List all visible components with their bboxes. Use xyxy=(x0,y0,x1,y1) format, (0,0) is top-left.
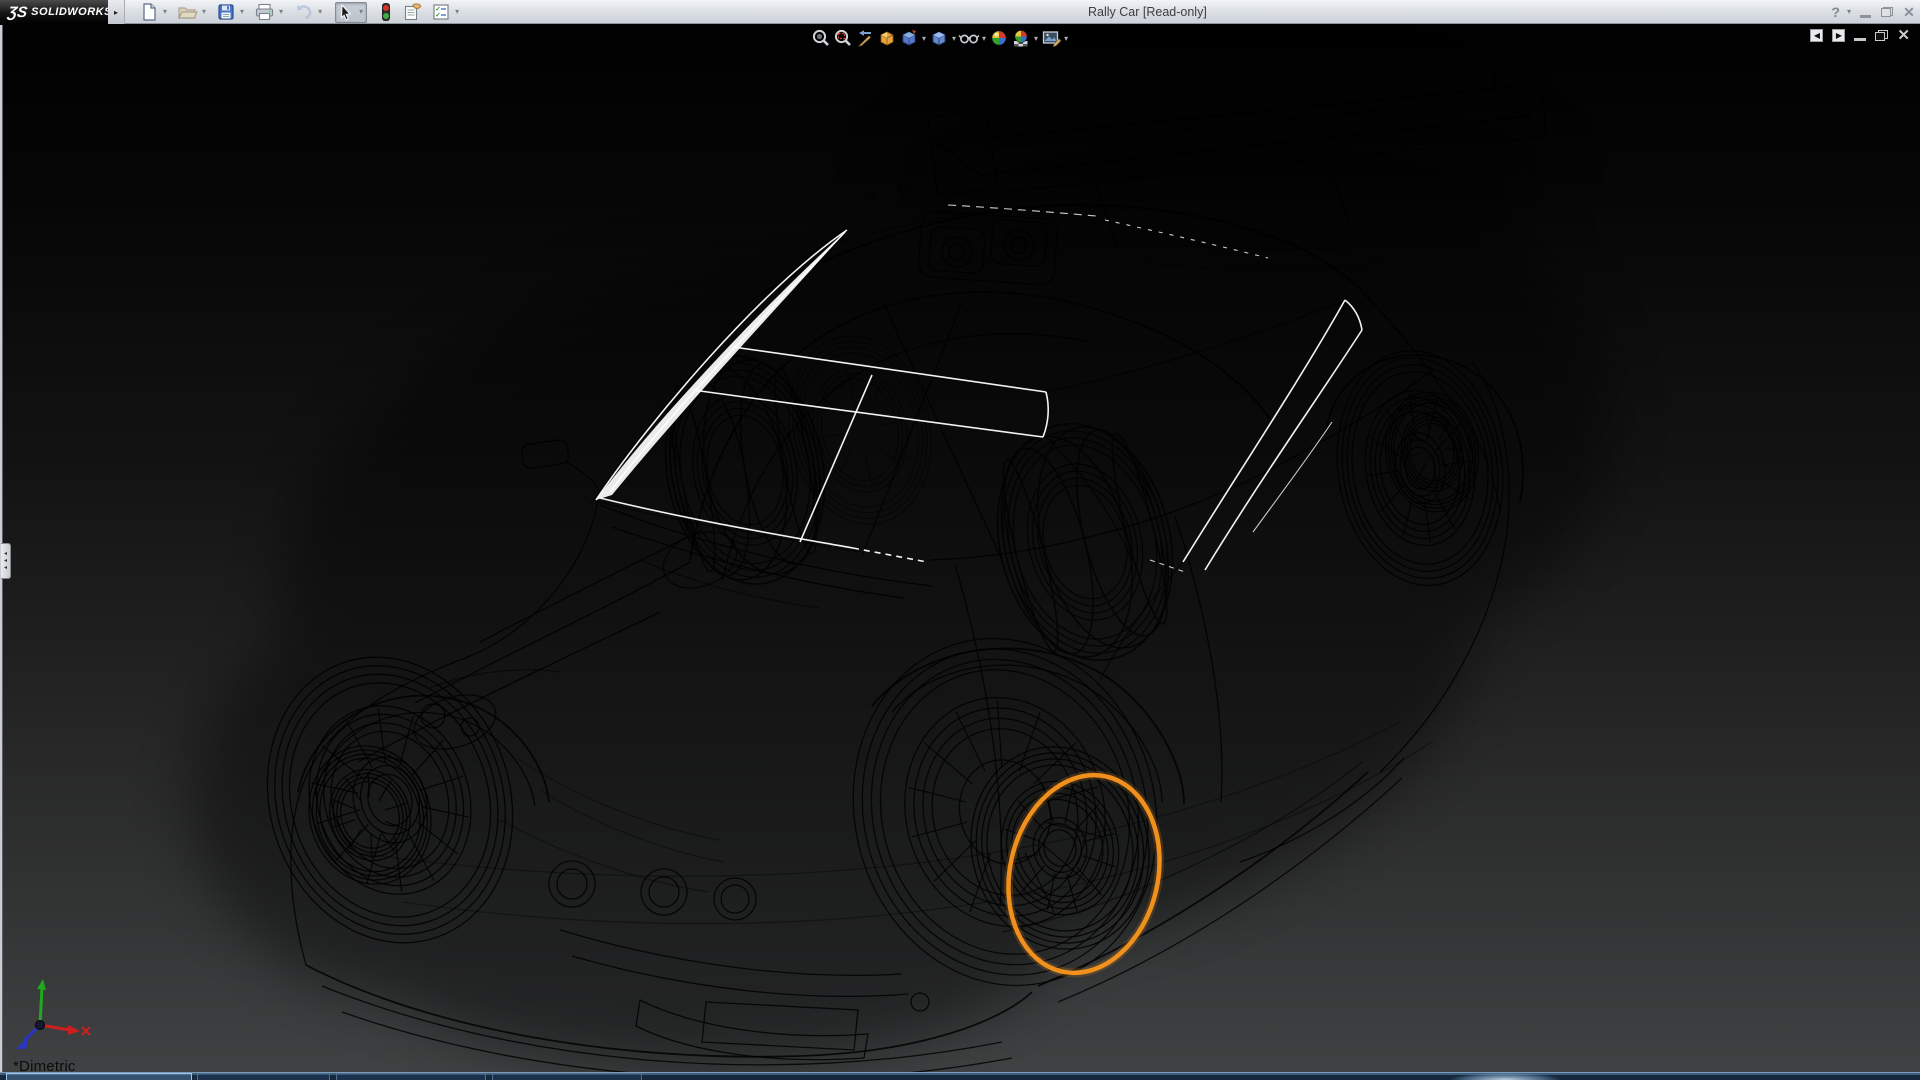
solidworks-logo: ƷS SOLIDWORKS xyxy=(0,0,108,24)
document-minimize-button[interactable] xyxy=(1854,38,1866,41)
minimize-icon xyxy=(1860,15,1871,18)
taskbar-button[interactable] xyxy=(336,1073,486,1080)
hide-show-items-glasses-icon xyxy=(958,28,980,48)
menu-expand-button[interactable]: ▸ xyxy=(108,0,125,24)
open-button[interactable] xyxy=(176,1,199,23)
solidworks-window: ƷS SOLIDWORKS ▸ ▾ ▾ xyxy=(0,0,1920,1080)
help-button[interactable]: ? xyxy=(1827,4,1844,20)
pane-collapse-tab[interactable]: ◂ ◂ ◂ xyxy=(1,543,11,579)
open-dropdown[interactable]: ▾ xyxy=(199,1,209,23)
close-icon: ✕ xyxy=(1903,4,1915,21)
new-document-dropdown[interactable]: ▾ xyxy=(160,1,170,23)
document-close-button[interactable]: ✕ xyxy=(1897,29,1910,42)
view-orientation-button[interactable] xyxy=(898,27,920,49)
save-icon xyxy=(216,2,236,22)
solidworks-logo-text: SOLIDWORKS xyxy=(31,6,112,18)
triad-x-axis xyxy=(68,1025,80,1035)
hide-show-items-dropdown[interactable]: ▾ xyxy=(980,34,988,43)
view-orientation-icon xyxy=(899,28,919,48)
document-restore-button[interactable] xyxy=(1875,30,1888,41)
window-title: Rally Car [Read-only] xyxy=(1088,0,1207,24)
view-settings-icon xyxy=(1041,28,1062,48)
titlebar-right-controls: ? ▾ ✕ xyxy=(1827,0,1920,24)
collapse-arrow-icon: ◂ xyxy=(4,558,7,564)
zoom-to-area-icon xyxy=(833,28,853,48)
taskbar-glow xyxy=(1430,1072,1580,1080)
previous-view-button[interactable] xyxy=(854,27,876,49)
document-window-controls: ◀ ▶ ✕ xyxy=(1810,29,1910,42)
collapse-arrow-icon: ◂ xyxy=(4,551,7,557)
select-tool-dropdown[interactable]: ▾ xyxy=(356,1,366,23)
triangle-right-icon: ▶ xyxy=(1836,31,1842,40)
view-settings-button[interactable] xyxy=(1040,27,1062,49)
zoom-to-fit-icon xyxy=(811,28,831,48)
apply-scene-dropdown[interactable]: ▾ xyxy=(1032,34,1040,43)
select-cursor-icon xyxy=(337,3,355,22)
menu-expand-icon: ▸ xyxy=(114,8,118,17)
edit-appearance-icon xyxy=(989,28,1009,48)
windows-taskbar-edge xyxy=(0,1072,1920,1080)
options-dropdown[interactable]: ▾ xyxy=(452,1,462,23)
collapse-arrow-icon: ◂ xyxy=(4,565,7,571)
standard-toolbar: ▾ ▾ ▾ xyxy=(138,0,462,24)
hide-show-items-button[interactable] xyxy=(958,27,980,49)
edit-appearance-button[interactable] xyxy=(988,27,1010,49)
select-tool-group: ▾ xyxy=(335,2,367,23)
undo-icon xyxy=(293,2,314,22)
taskbar-button[interactable] xyxy=(197,1073,330,1080)
help-dropdown[interactable]: ▾ xyxy=(1844,1,1854,23)
restore-icon xyxy=(1881,7,1893,17)
section-view-button[interactable] xyxy=(876,27,898,49)
collapse-pane-right-button[interactable]: ▶ xyxy=(1832,29,1845,42)
rebuild-traffic-light-icon xyxy=(378,2,394,22)
svg-text:✓: ✓ xyxy=(435,12,440,19)
new-document-button[interactable] xyxy=(138,1,160,23)
display-style-dropdown[interactable]: ▾ xyxy=(950,34,958,43)
app-restore-button[interactable] xyxy=(1876,0,1898,24)
apply-scene-button[interactable] xyxy=(1010,27,1032,49)
titlebar: ƷS SOLIDWORKS ▸ ▾ ▾ xyxy=(0,0,1920,24)
view-orientation-dropdown[interactable]: ▾ xyxy=(920,34,928,43)
graphics-viewport[interactable]: ◂ ◂ ◂ xyxy=(0,25,1920,1080)
app-close-button[interactable]: ✕ xyxy=(1898,0,1920,24)
rebuild-button[interactable] xyxy=(377,1,395,23)
section-view-icon xyxy=(877,28,897,48)
save-button[interactable] xyxy=(215,1,237,23)
file-properties-icon xyxy=(402,2,423,22)
reference-triad xyxy=(2,975,97,1060)
file-properties-button[interactable] xyxy=(401,1,424,23)
undo-dropdown[interactable]: ▾ xyxy=(315,1,325,23)
display-style-icon xyxy=(929,28,949,48)
new-document-icon xyxy=(139,2,159,22)
display-style-button[interactable] xyxy=(928,27,950,49)
print-dropdown[interactable]: ▾ xyxy=(276,1,286,23)
apply-scene-icon xyxy=(1011,28,1031,48)
print-button[interactable] xyxy=(253,1,276,23)
options-icon: ✓ ✓ xyxy=(431,2,451,22)
undo-button[interactable] xyxy=(292,1,315,23)
previous-view-icon xyxy=(855,28,875,48)
options-button[interactable]: ✓ ✓ xyxy=(430,1,452,23)
triad-y-axis xyxy=(37,979,46,990)
print-icon xyxy=(254,2,275,22)
open-icon xyxy=(177,2,198,22)
view-settings-dropdown[interactable]: ▾ xyxy=(1062,34,1070,43)
select-tool-button[interactable] xyxy=(336,1,356,23)
collapse-pane-left-button[interactable]: ◀ xyxy=(1810,29,1823,42)
app-minimize-button[interactable] xyxy=(1854,0,1876,24)
model-scene xyxy=(0,25,1920,1080)
zoom-to-fit-button[interactable] xyxy=(810,27,832,49)
zoom-to-area-button[interactable] xyxy=(832,27,854,49)
heads-up-view-toolbar: ▾ ▾ ▾ xyxy=(810,27,1070,49)
solidworks-logo-mark: ƷS xyxy=(7,4,29,21)
taskbar-button[interactable] xyxy=(6,1073,192,1080)
taskbar-button[interactable] xyxy=(492,1073,642,1080)
triangle-left-icon: ◀ xyxy=(1814,31,1820,40)
save-dropdown[interactable]: ▾ xyxy=(237,1,247,23)
